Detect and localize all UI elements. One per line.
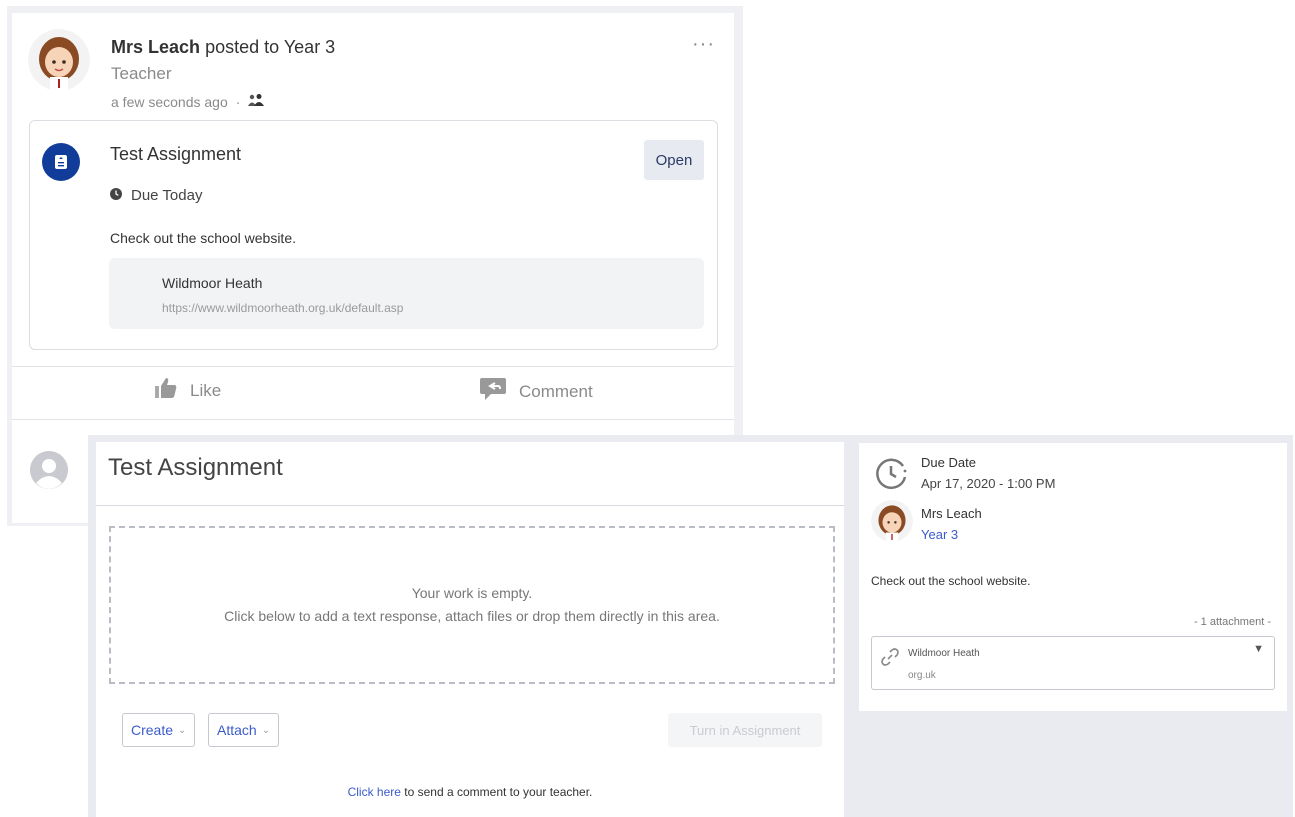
attachment-url: org.uk: [908, 670, 936, 681]
clock-icon: [110, 187, 122, 204]
attachment-name[interactable]: Wildmoor Heath: [908, 648, 980, 659]
chevron-down-icon: ⌄: [261, 724, 271, 736]
create-label: Create: [131, 722, 174, 738]
comment-label: Comment: [519, 381, 593, 401]
empty-work-hint: Click below to add a text response, atta…: [224, 608, 720, 624]
assignment-title[interactable]: Test Assignment: [110, 144, 241, 165]
link-preview[interactable]: Wildmoor Heath https://www.wildmoorheath…: [109, 258, 704, 329]
assignment-attachment: Test Assignment Open Due Today Check out…: [29, 120, 718, 350]
title-divider: [96, 505, 844, 506]
author-name[interactable]: Mrs Leach: [111, 37, 200, 57]
author-role: Teacher: [111, 64, 172, 83]
link-url[interactable]: https://www.wildmoorheath.org.uk/default…: [162, 301, 403, 315]
due-indicator: Due Today: [110, 187, 202, 204]
assignment-description: Check out the school website.: [110, 230, 296, 246]
send-comment-link[interactable]: Click here: [348, 785, 401, 799]
posted-to-text: posted to: [205, 37, 280, 57]
actions-top-divider: [12, 366, 734, 367]
attach-dropdown-button[interactable]: Attach ⌄: [208, 713, 280, 747]
open-button[interactable]: Open: [644, 140, 704, 180]
create-dropdown-button[interactable]: Create ⌄: [122, 713, 196, 747]
author-avatar[interactable]: [28, 29, 90, 91]
comment-button[interactable]: Comment: [479, 377, 593, 406]
assignment-work-panel: Test Assignment Your work is empty. Clic…: [96, 442, 844, 817]
due-date-value: Apr 17, 2020 - 1:00 PM: [921, 476, 1056, 491]
assignment-icon: [42, 143, 80, 181]
due-text: Due Today: [131, 187, 203, 204]
post-time: a few seconds ago ·: [111, 93, 265, 110]
send-comment-text: to send a comment to your teacher.: [400, 785, 593, 799]
post-time-text: a few seconds ago: [111, 93, 228, 110]
time-separator: ·: [235, 93, 241, 110]
chevron-down-icon: ⌄: [178, 724, 187, 736]
clock-icon: [875, 457, 909, 491]
teacher-name: Mrs Leach: [921, 506, 982, 521]
sidebar-description: Check out the school website.: [871, 574, 1031, 588]
post-header: Mrs Leach posted to Year 3: [111, 37, 335, 58]
attachment-item[interactable]: Wildmoor Heath org.uk ▼: [871, 636, 1275, 690]
work-dropzone[interactable]: Your work is empty. Click below to add a…: [109, 526, 835, 684]
more-options-icon[interactable]: ···: [692, 33, 715, 56]
attachment-count: - 1 attachment -: [1193, 616, 1271, 628]
teacher-class-link[interactable]: Year 3: [921, 527, 958, 542]
thumbs-up-icon: [154, 377, 178, 404]
group-icon: [248, 93, 265, 110]
empty-work-message: Your work is empty.: [411, 585, 533, 601]
due-date-label: Due Date: [921, 455, 976, 470]
chevron-down-icon[interactable]: ▼: [1253, 643, 1264, 655]
comment-icon: [479, 377, 507, 406]
teacher-avatar: [871, 500, 913, 542]
link-title[interactable]: Wildmoor Heath: [162, 275, 262, 291]
attach-label: Attach: [217, 722, 257, 738]
link-icon: [880, 647, 900, 672]
assignment-info-panel: Due Date Apr 17, 2020 - 1:00 PM Mrs Leac…: [859, 443, 1287, 711]
user-placeholder-icon: [30, 451, 68, 489]
class-name[interactable]: Year 3: [284, 37, 335, 57]
like-button[interactable]: Like: [154, 377, 221, 404]
assignment-detail-title: Test Assignment: [108, 454, 283, 481]
actions-bottom-divider: [12, 419, 734, 420]
like-label: Like: [190, 380, 222, 400]
teacher-comment-prompt: Click here to send a comment to your tea…: [96, 785, 844, 799]
turn-in-assignment-button[interactable]: Turn in Assignment: [668, 713, 822, 747]
